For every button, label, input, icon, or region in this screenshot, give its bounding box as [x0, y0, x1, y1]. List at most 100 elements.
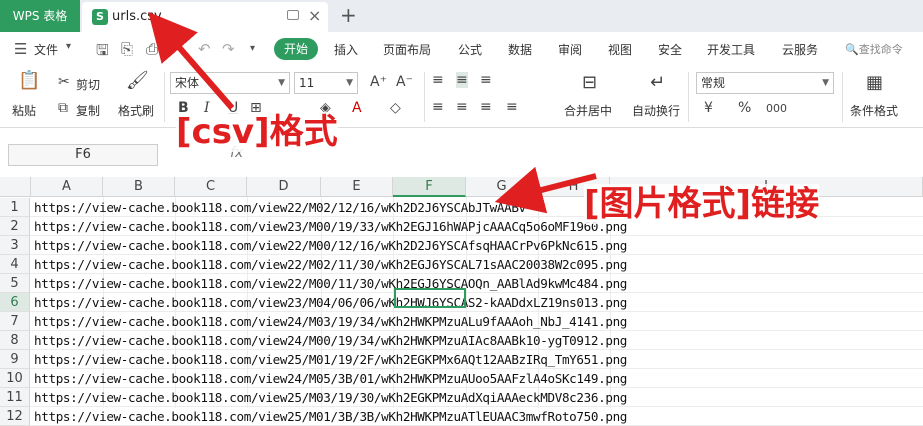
new-tab-button[interactable]: + [340, 3, 357, 27]
search-command-label: 查找命令 [858, 43, 903, 56]
format-painter-icon[interactable]: 🖌 [126, 70, 149, 91]
align-center-icon[interactable]: ≡ [456, 99, 468, 115]
row-header[interactable]: 11 [0, 388, 30, 407]
number-format-select[interactable]: 常规 ▼ [696, 72, 834, 94]
close-tab-icon[interactable]: × [308, 6, 321, 25]
wrap-icon[interactable]: ↵ [650, 72, 665, 93]
window-icon[interactable] [287, 10, 299, 20]
align-top-icon[interactable]: ≡ [432, 72, 444, 88]
tab-start[interactable]: 开始 [274, 38, 318, 60]
tab-review[interactable]: 审阅 [558, 41, 582, 58]
row-header[interactable]: 5 [0, 274, 30, 293]
chevron-down-icon[interactable]: ▾ [66, 41, 71, 52]
paste-icon[interactable]: 📋 [18, 70, 40, 91]
justify-icon[interactable]: ≡ [506, 99, 518, 115]
conditional-format-icon[interactable]: ▦ [866, 72, 883, 93]
row-header[interactable]: 7 [0, 312, 30, 331]
column-header[interactable]: G [466, 177, 538, 197]
cut-button[interactable]: 剪切 [76, 76, 100, 93]
url-cell[interactable]: https://view-cache.book118.com/view25/M0… [34, 350, 627, 369]
url-cell[interactable]: https://view-cache.book118.com/view23/M0… [34, 293, 627, 312]
divider [424, 72, 425, 122]
app-tab[interactable]: WPS 表格 [0, 0, 80, 32]
auto-wrap-button[interactable]: 自动换行 [632, 102, 680, 119]
align-right-icon[interactable]: ≡ [480, 99, 492, 115]
document-tab-name: urls.csv [112, 9, 162, 24]
row-header[interactable]: 1 [0, 198, 30, 217]
search-command[interactable]: 🔍查找命令 [845, 41, 903, 57]
url-cell[interactable]: https://view-cache.book118.com/view22/M0… [34, 236, 627, 255]
redo-icon[interactable]: ↷ [222, 40, 235, 58]
document-tab[interactable]: S urls.csv × [82, 2, 328, 32]
column-header[interactable]: C [175, 177, 247, 197]
thousands-button[interactable]: 000 [766, 102, 787, 115]
decrease-font-icon[interactable]: A⁻ [396, 74, 413, 90]
tab-formulas[interactable]: 公式 [458, 41, 482, 58]
merge-icon[interactable]: ⊟ [582, 72, 597, 93]
font-size-value: 11 [299, 76, 315, 90]
format-painter-button[interactable]: 格式刷 [118, 102, 154, 119]
row-header[interactable]: 9 [0, 350, 30, 369]
tab-data[interactable]: 数据 [508, 41, 532, 58]
select-all-corner[interactable] [0, 177, 31, 197]
chevron-down-icon: ▼ [346, 78, 353, 88]
font-size-select[interactable]: 11 ▼ [294, 72, 358, 94]
tab-security[interactable]: 安全 [658, 41, 682, 58]
spreadsheet-icon: S [92, 9, 108, 25]
url-cell[interactable]: https://view-cache.book118.com/view22/M0… [34, 198, 526, 217]
conditional-format-button[interactable]: 条件格式 [850, 102, 898, 119]
search-icon: 🔍 [845, 43, 859, 56]
more-icon[interactable]: ▾ [250, 43, 255, 54]
annotation-csv-format: [csv]格式 [176, 112, 338, 152]
row-header[interactable]: 10 [0, 369, 30, 388]
url-cell[interactable]: https://view-cache.book118.com/view25/M0… [34, 388, 627, 407]
column-header[interactable]: D [247, 177, 321, 197]
align-left-icon[interactable]: ≡ [432, 99, 444, 115]
currency-button[interactable]: ¥ [704, 100, 713, 116]
column-header[interactable]: B [103, 177, 175, 197]
row-header[interactable]: 12 [0, 407, 30, 426]
row-header[interactable]: 4 [0, 255, 30, 274]
font-color-icon[interactable]: A [352, 100, 362, 116]
column-header-active[interactable]: F [393, 177, 466, 197]
chevron-down-icon: ▼ [822, 78, 829, 88]
url-cell[interactable]: https://view-cache.book118.com/view22/M0… [34, 255, 627, 274]
copy-button[interactable]: 复制 [76, 102, 100, 119]
undo-icon[interactable]: ↶ [198, 40, 211, 58]
url-cell[interactable]: https://view-cache.book118.com/view24/M0… [34, 369, 627, 388]
row-header[interactable]: 8 [0, 331, 30, 350]
annotation-image-format-link: [图片格式]链接 [584, 184, 820, 224]
row-header[interactable]: 3 [0, 236, 30, 255]
tab-developer[interactable]: 开发工具 [707, 41, 755, 58]
url-cell[interactable]: https://view-cache.book118.com/view25/M0… [34, 407, 627, 426]
tab-page-layout[interactable]: 页面布局 [383, 41, 431, 58]
increase-font-icon[interactable]: A⁺ [370, 74, 387, 90]
paste-button-label[interactable]: 粘贴 [12, 102, 36, 119]
percent-button[interactable]: % [738, 100, 751, 116]
clear-format-icon[interactable]: ◇ [390, 100, 401, 116]
cut-icon[interactable]: ✂ [58, 74, 70, 90]
selected-cell[interactable] [394, 288, 466, 308]
merge-center-button[interactable]: 合并居中 [564, 102, 612, 119]
tab-insert[interactable]: 插入 [334, 41, 358, 58]
menu-file[interactable]: 文件 [34, 41, 58, 58]
copy-icon[interactable]: ⧉ [58, 100, 68, 116]
row-header[interactable]: 2 [0, 217, 30, 236]
tab-view[interactable]: 视图 [608, 41, 632, 58]
save-icon[interactable]: 🖫 [96, 40, 109, 65]
column-header[interactable]: A [31, 177, 103, 197]
print-icon[interactable]: ⎙ [146, 40, 158, 58]
column-header[interactable]: E [321, 177, 393, 197]
url-cell[interactable]: https://view-cache.book118.com/view22/M0… [34, 274, 627, 293]
url-cell[interactable]: https://view-cache.book118.com/view24/M0… [34, 331, 627, 350]
export-icon[interactable]: ⎘ [121, 40, 133, 58]
align-middle-icon[interactable]: ≡ [456, 72, 468, 88]
tab-cloud[interactable]: 云服务 [782, 41, 818, 58]
cell-reference-box[interactable]: F6 [8, 144, 158, 166]
url-cell[interactable]: https://view-cache.book118.com/view23/M0… [34, 217, 627, 236]
font-name-select[interactable]: 宋体 ▼ [170, 72, 290, 94]
align-bottom-icon[interactable]: ≡ [480, 72, 492, 88]
url-cell[interactable]: https://view-cache.book118.com/view24/M0… [34, 312, 627, 331]
row-header[interactable]: 6 [0, 293, 30, 312]
hamburger-icon[interactable]: ☰ [14, 40, 27, 58]
